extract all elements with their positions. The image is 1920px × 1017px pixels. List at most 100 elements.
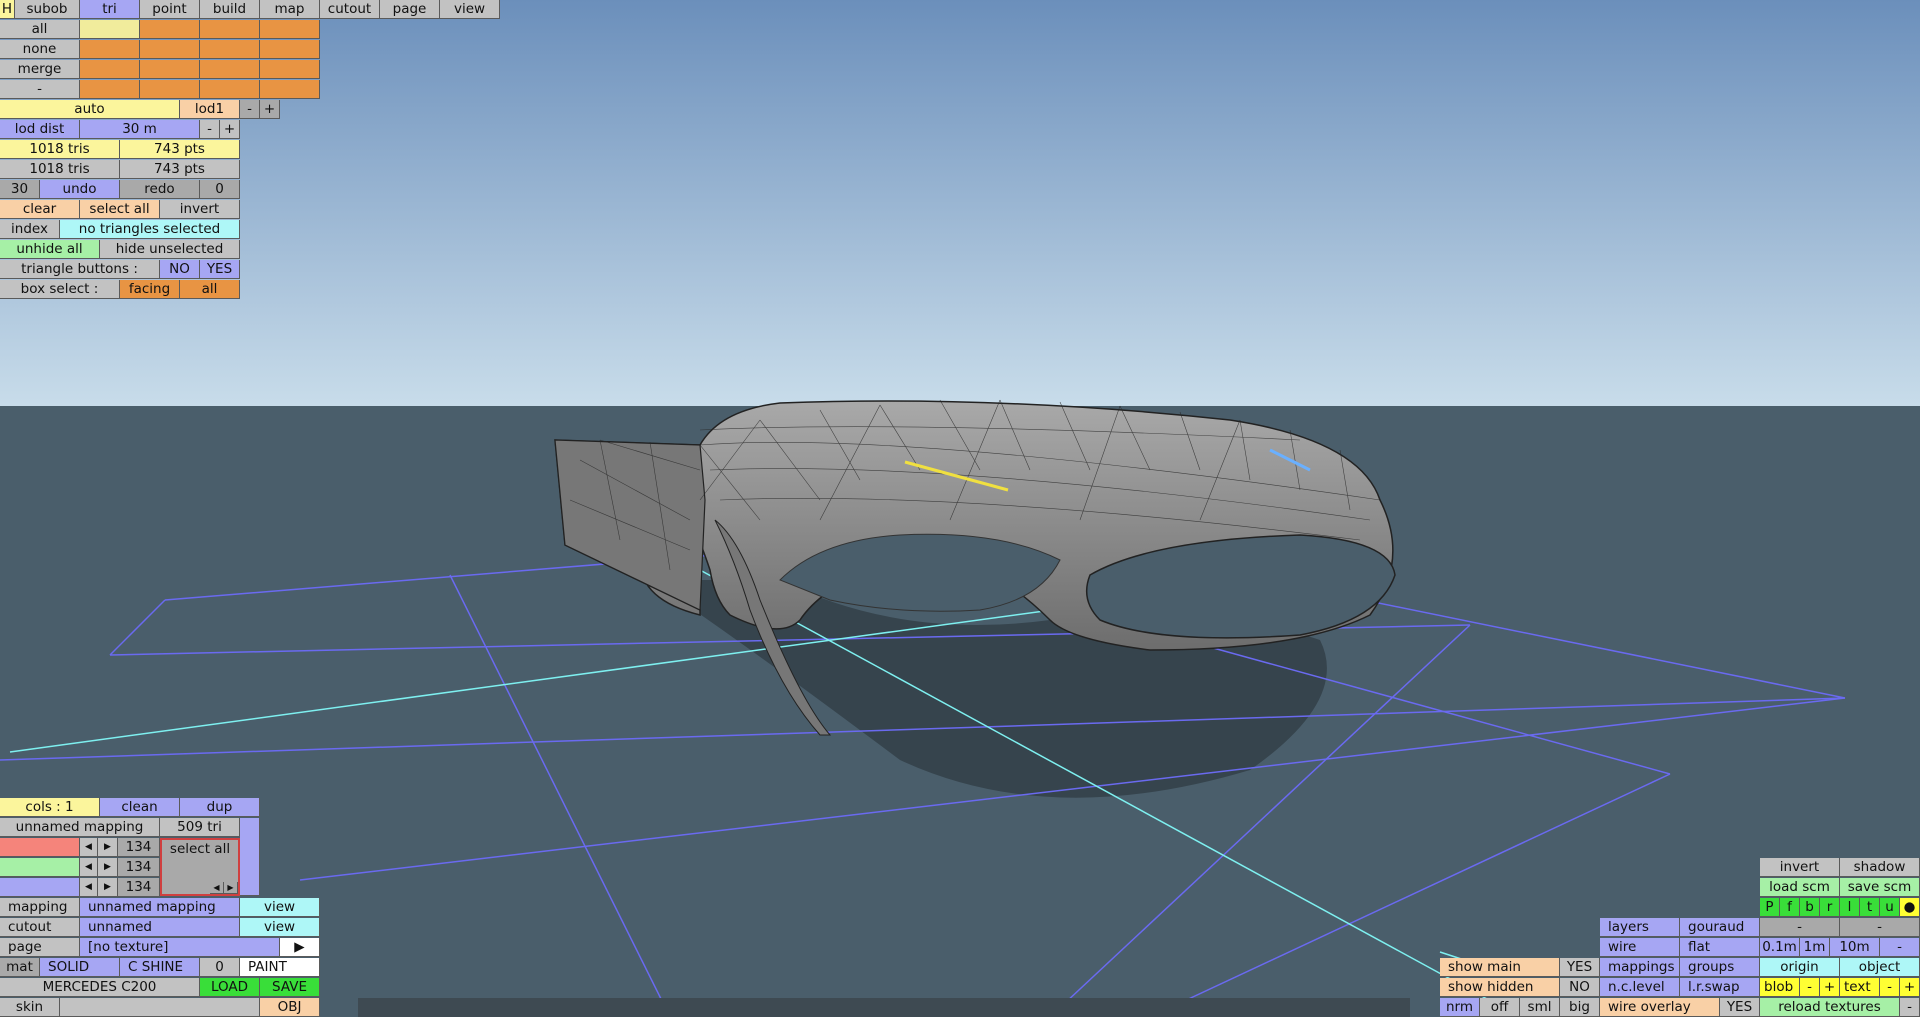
lod-auto-button[interactable]: auto	[0, 100, 180, 119]
view-invert-button[interactable]: invert	[1760, 858, 1840, 877]
green-right-arrow-icon[interactable]: ▶	[98, 858, 118, 877]
blue-channel-slider[interactable]	[0, 878, 80, 897]
dash-button-1[interactable]: -	[1760, 918, 1840, 937]
minus-button[interactable]: -	[0, 80, 80, 99]
blob-button[interactable]: blob	[1760, 978, 1800, 997]
select-all-tris-button[interactable]: select all	[80, 200, 160, 219]
show-main-toggle[interactable]: YES	[1560, 958, 1600, 977]
wire-overlay-toggle[interactable]: YES	[1720, 998, 1760, 1017]
tab-map[interactable]: map	[260, 0, 320, 19]
text-plus-button[interactable]: +	[1900, 978, 1920, 997]
clear-button[interactable]: clear	[0, 200, 80, 219]
red-channel-slider[interactable]	[0, 838, 80, 857]
triangle-buttons-yes[interactable]: YES	[200, 260, 240, 279]
mappings-button[interactable]: mappings	[1600, 958, 1680, 977]
nrm-button[interactable]: nrm	[1440, 998, 1480, 1017]
blue-right-arrow-icon[interactable]: ▶	[98, 878, 118, 897]
selection-slot[interactable]	[260, 60, 320, 79]
swatch-right-arrow-icon[interactable]: ▶	[224, 882, 238, 894]
selection-slot[interactable]	[80, 20, 140, 39]
box-select-facing[interactable]: facing	[120, 280, 180, 299]
selection-slot[interactable]	[80, 40, 140, 59]
lod-dist-value[interactable]: 30 m	[80, 120, 200, 139]
blob-plus-button[interactable]: +	[1820, 978, 1840, 997]
off-button[interactable]: off	[1480, 998, 1520, 1017]
view-dot-icon[interactable]: ●	[1900, 898, 1920, 917]
lod-dist-plus-button[interactable]: +	[220, 120, 240, 139]
swatch-left-arrow-icon[interactable]: ◀	[210, 882, 224, 894]
green-left-arrow-icon[interactable]: ◀	[80, 858, 98, 877]
c-shine-button[interactable]: C SHINE	[120, 958, 200, 977]
lod-plus-button[interactable]: +	[260, 100, 280, 119]
index-button[interactable]: index	[0, 220, 60, 239]
model-name[interactable]: MERCEDES C200	[0, 978, 200, 997]
tab-tri[interactable]: tri	[80, 0, 140, 19]
h-button[interactable]: H	[0, 0, 15, 19]
reload-minus-button[interactable]: -	[1900, 998, 1920, 1017]
scale-minus-button[interactable]: -	[1880, 938, 1920, 957]
wire-button[interactable]: wire	[1600, 938, 1680, 957]
undo-button[interactable]: undo	[40, 180, 120, 199]
red-right-arrow-icon[interactable]: ▶	[98, 838, 118, 857]
tab-page[interactable]: page	[380, 0, 440, 19]
mapping-name[interactable]: unnamed mapping	[0, 818, 160, 837]
dash-button-2[interactable]: -	[1840, 918, 1920, 937]
selection-slot[interactable]	[260, 40, 320, 59]
groups-button[interactable]: groups	[1680, 958, 1760, 977]
scale-1m-button[interactable]: 1m	[1800, 938, 1830, 957]
dup-button[interactable]: dup	[180, 798, 260, 817]
cutout-value[interactable]: unnamed	[80, 918, 240, 937]
big-button[interactable]: big	[1560, 998, 1600, 1017]
skin-value[interactable]	[60, 998, 260, 1017]
view-p-button[interactable]: P	[1760, 898, 1780, 917]
tab-build[interactable]: build	[200, 0, 260, 19]
cols-button[interactable]: cols : 1	[0, 798, 100, 817]
mapping-value[interactable]: unnamed mapping	[80, 898, 240, 917]
blob-minus-button[interactable]: -	[1800, 978, 1820, 997]
flat-button[interactable]: flat	[1680, 938, 1760, 957]
selection-slot[interactable]	[200, 60, 260, 79]
selection-slot[interactable]	[200, 40, 260, 59]
select-all-button[interactable]: all	[0, 20, 80, 39]
solid-button[interactable]: SOLID	[40, 958, 120, 977]
invert-button[interactable]: invert	[160, 200, 240, 219]
clean-button[interactable]: clean	[100, 798, 180, 817]
text-minus-button[interactable]: -	[1880, 978, 1900, 997]
lod1-button[interactable]: lod1	[180, 100, 240, 119]
gouraud-button[interactable]: gouraud	[1680, 918, 1760, 937]
view-r-button[interactable]: r	[1820, 898, 1840, 917]
selection-slot[interactable]	[80, 60, 140, 79]
object-button[interactable]: object	[1840, 958, 1920, 977]
red-left-arrow-icon[interactable]: ◀	[80, 838, 98, 857]
show-hidden-toggle[interactable]: NO	[1560, 978, 1600, 997]
lod-dist-minus-button[interactable]: -	[200, 120, 220, 139]
view-t-button[interactable]: t	[1860, 898, 1880, 917]
redo-button[interactable]: redo	[120, 180, 200, 199]
selection-slot[interactable]	[140, 80, 200, 99]
nc-level-button[interactable]: n.c.level	[1600, 978, 1680, 997]
obj-button[interactable]: OBJ	[260, 998, 320, 1017]
scale-10m-button[interactable]: 10m	[1830, 938, 1880, 957]
selection-slot[interactable]	[200, 20, 260, 39]
box-select-all[interactable]: all	[180, 280, 240, 299]
view-u-button[interactable]: u	[1880, 898, 1900, 917]
shadow-button[interactable]: shadow	[1840, 858, 1920, 877]
paint-button[interactable]: PAINT	[240, 958, 320, 977]
load-button[interactable]: LOAD	[200, 978, 260, 997]
mapping-view-button[interactable]: view	[240, 898, 320, 917]
blue-left-arrow-icon[interactable]: ◀	[80, 878, 98, 897]
unhide-all-button[interactable]: unhide all	[0, 240, 100, 259]
save-scm-button[interactable]: save scm	[1840, 878, 1920, 897]
reload-textures-button[interactable]: reload textures	[1760, 998, 1900, 1017]
load-scm-button[interactable]: load scm	[1760, 878, 1840, 897]
view-l-button[interactable]: l	[1840, 898, 1860, 917]
sml-button[interactable]: sml	[1520, 998, 1560, 1017]
lod-minus-button[interactable]: -	[240, 100, 260, 119]
view-b-button[interactable]: b	[1800, 898, 1820, 917]
hide-unselected-button[interactable]: hide unselected	[100, 240, 240, 259]
page-value[interactable]: [no texture]	[80, 938, 280, 957]
3d-viewport[interactable]	[0, 0, 1920, 1017]
selection-slot[interactable]	[200, 80, 260, 99]
mapping-scrollbar[interactable]	[240, 818, 260, 896]
save-button[interactable]: SAVE	[260, 978, 320, 997]
